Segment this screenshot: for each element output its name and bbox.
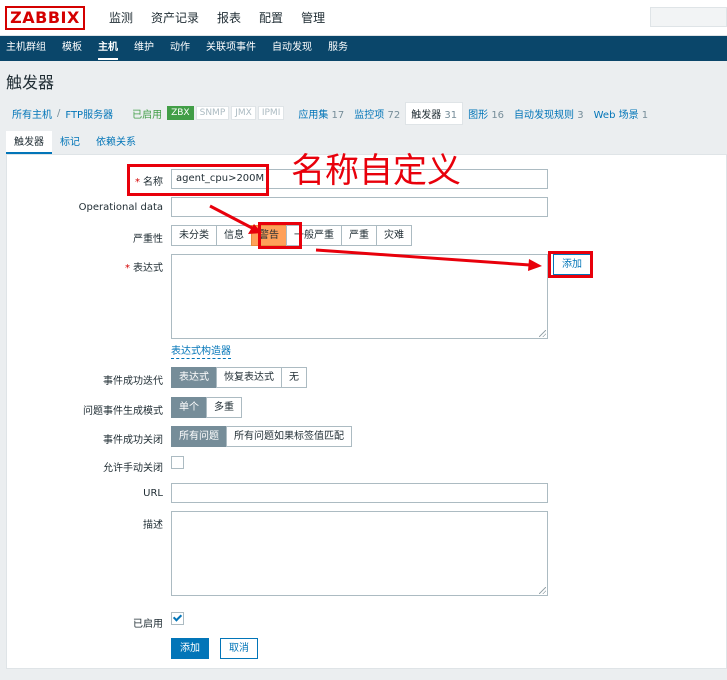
annotation-arrows bbox=[209, 204, 542, 271]
annotation-arrow-warning bbox=[209, 204, 255, 231]
annotation-arrowhead-add bbox=[528, 259, 542, 271]
annotation-arrow-add bbox=[315, 248, 531, 267]
